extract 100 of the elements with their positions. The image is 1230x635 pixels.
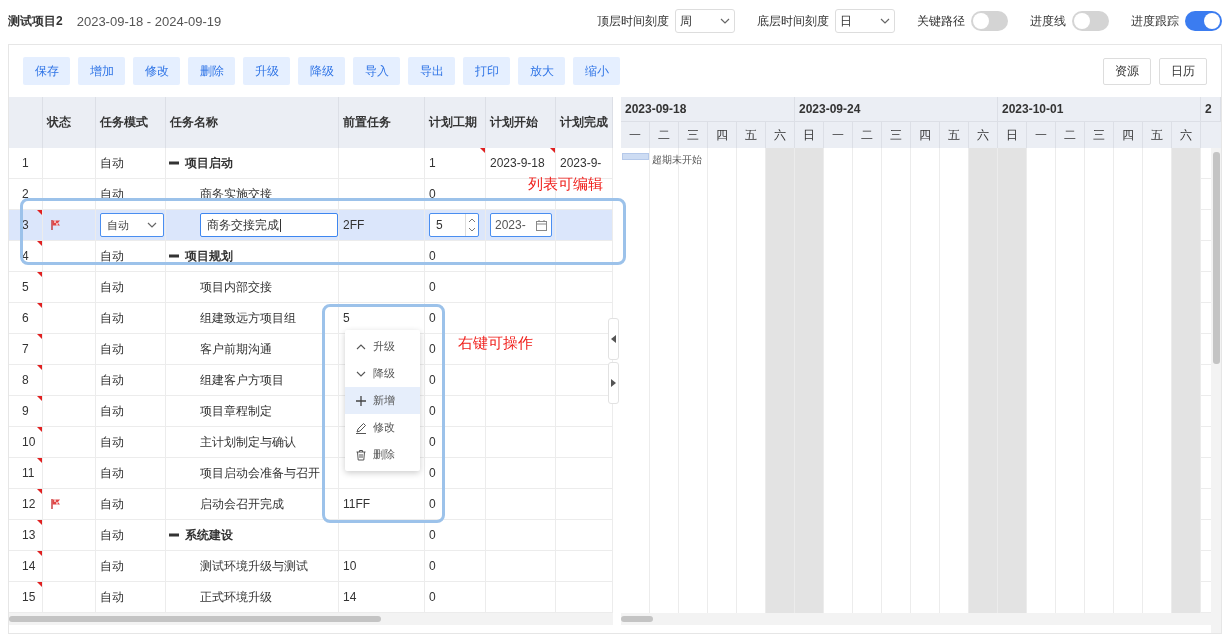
table-cell: 0 — [429, 187, 436, 201]
row-number: 6 — [22, 311, 29, 325]
table-cell: 0 — [429, 559, 436, 573]
menu-item[interactable]: 修改 — [345, 414, 420, 441]
row-number: 14 — [22, 559, 36, 573]
toolbar-button[interactable]: 删除 — [188, 57, 235, 85]
toolbar-button[interactable]: 修改 — [133, 57, 180, 85]
row-number: 15 — [22, 590, 36, 604]
toggle-switch[interactable] — [971, 11, 1008, 31]
table-cell: 0 — [429, 590, 436, 604]
table-cell: 自动 — [100, 340, 124, 358]
toolbar-button[interactable]: 打印 — [463, 57, 510, 85]
table-cell: 14 — [343, 590, 357, 604]
toolbar-button[interactable]: 放大 — [518, 57, 565, 85]
table-cell: 0 — [429, 342, 436, 356]
vertical-scrollbar[interactable] — [1211, 148, 1221, 633]
day-header: 五 — [745, 126, 757, 144]
toolbar-button[interactable]: 资源 — [1103, 57, 1151, 85]
scale-select[interactable]: 周 — [675, 9, 735, 33]
day-header: 三 — [687, 126, 699, 144]
menu-item[interactable]: 降级 — [345, 360, 420, 387]
table-cell: 正式环境升级 — [200, 588, 272, 606]
row-number: 12 — [22, 497, 36, 511]
column-header: 计划开始 — [490, 114, 538, 131]
task-name-field[interactable]: 商务交接完成 — [200, 213, 338, 237]
table-cell: 0 — [429, 466, 436, 480]
toolbar-button[interactable]: 导入 — [353, 57, 400, 85]
table-cell: 自动 — [100, 464, 124, 482]
toolbar-button[interactable]: 升级 — [243, 57, 290, 85]
bar-label: 超期未开始 — [652, 153, 702, 167]
toolbar-button[interactable]: 日历 — [1159, 57, 1207, 85]
mode-select[interactable]: 自动 — [100, 213, 164, 237]
toolbar-button[interactable]: 缩小 — [573, 57, 620, 85]
menu-item[interactable]: 新增 — [345, 387, 420, 414]
day-header: 四 — [1122, 126, 1134, 144]
toggle-switch[interactable] — [1072, 11, 1109, 31]
table-cell: 项目启动 — [185, 154, 233, 172]
scale-label: 底层时间刻度 — [757, 12, 829, 30]
day-header: 五 — [948, 126, 960, 144]
plus-icon — [355, 394, 367, 407]
duration-field[interactable]: 5 — [429, 213, 479, 237]
column-header: 状态 — [47, 114, 71, 131]
toolbar-button[interactable]: 降级 — [298, 57, 345, 85]
annotation-text: 右键可操作 — [458, 334, 533, 353]
day-header: 五 — [1151, 126, 1163, 144]
day-header: 四 — [716, 126, 728, 144]
day-header: 二 — [861, 126, 873, 144]
toolbar-button[interactable]: 增加 — [78, 57, 125, 85]
table-cell: 0 — [429, 435, 436, 449]
chevron-down-icon — [880, 18, 890, 24]
table-cell: 组建致远方项目组 — [200, 309, 296, 327]
row-number: 3 — [22, 218, 29, 232]
table-cell: 启动会召开完成 — [200, 495, 284, 513]
toolbar-button[interactable]: 导出 — [408, 57, 455, 85]
day-header: 三 — [890, 126, 902, 144]
day-header: 一 — [832, 126, 844, 144]
day-header: 日 — [803, 126, 815, 144]
start-date-field[interactable]: 2023- — [490, 213, 552, 237]
horizontal-scrollbar[interactable] — [9, 613, 613, 625]
table-cell: 1 — [429, 156, 436, 170]
selected-row[interactable]: 3 自动 商务交接完成 2FF 5 2023- — [9, 210, 613, 241]
column-header: 任务模式 — [100, 114, 148, 131]
table-cell: 2023-9-18 — [490, 156, 545, 170]
collapse-handle[interactable] — [608, 318, 619, 360]
table-cell: 10 — [343, 559, 357, 573]
table-cell: 项目规划 — [185, 247, 233, 265]
switch-label: 进度线 — [1030, 12, 1066, 30]
table-cell: 自动 — [100, 371, 124, 389]
annotation-text: 列表可编辑 — [528, 175, 603, 194]
table-cell: 自动 — [100, 588, 124, 606]
project-title: 测试项目2 — [8, 12, 63, 30]
table-cell: 自动 — [100, 433, 124, 451]
date-range: 2023-09-18 - 2024-09-19 — [76, 13, 222, 29]
column-header: 计划完成 — [560, 114, 608, 131]
menu-item[interactable]: 删除 — [345, 441, 420, 468]
toolbar-button[interactable]: 保存 — [23, 57, 70, 85]
row-number: 2 — [22, 187, 29, 201]
day-header: 四 — [919, 126, 931, 144]
table-cell: 项目启动会准备与召开 — [200, 464, 320, 482]
expand-handle[interactable] — [608, 362, 619, 404]
table-cell: 0 — [429, 373, 436, 387]
toggle-switch[interactable] — [1185, 11, 1222, 31]
horizontal-scrollbar[interactable] — [621, 613, 1211, 625]
scale-select[interactable]: 日 — [835, 9, 895, 33]
chevron-down-icon — [720, 18, 730, 24]
week-header: 2 — [1205, 102, 1212, 116]
table-cell: 自动 — [100, 526, 124, 544]
table-cell: 0 — [429, 280, 436, 294]
scale-label: 顶层时间刻度 — [597, 12, 669, 30]
table-cell: 主计划制定与确认 — [200, 433, 296, 451]
day-header: 一 — [1035, 126, 1047, 144]
calendar-icon[interactable] — [536, 219, 547, 231]
menu-item[interactable]: 升级 — [345, 333, 420, 360]
table-cell: 自动 — [100, 495, 124, 513]
table-cell: 项目内部交接 — [200, 278, 272, 296]
table-cell: 自动 — [100, 154, 124, 172]
trash-icon — [355, 448, 367, 461]
spinner-icon[interactable] — [465, 214, 478, 236]
table-cell: 0 — [429, 311, 436, 325]
day-header: 三 — [1093, 126, 1105, 144]
